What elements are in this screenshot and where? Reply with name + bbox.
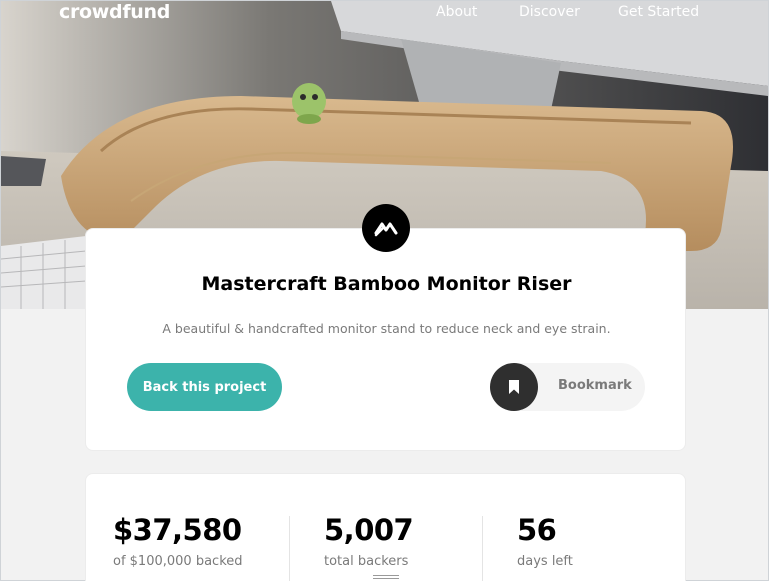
top-nav: crowdfund About Discover Get Started [1,1,768,31]
stat-backed-value: $37,580 [113,513,242,547]
stat-days-label: days left [517,554,573,569]
nav-link-get-started[interactable]: Get Started [618,4,699,20]
stat-days: 56 days left [517,512,573,569]
project-card: Mastercraft Bamboo Monitor Riser A beaut… [85,228,686,451]
stat-backed-label: of $100,000 backed [113,554,243,569]
back-project-button[interactable]: Back this project [127,363,282,411]
project-description: A beautiful & handcrafted monitor stand … [162,321,611,336]
stat-backers: 5,007 total backers [324,512,414,569]
nav-link-discover[interactable]: Discover [519,4,580,20]
stat-days-value: 56 [517,513,557,547]
bookmark-icon [490,363,538,411]
stat-backers-value: 5,007 [324,513,414,547]
mastercraft-logo-icon [362,204,410,252]
site-logo[interactable]: crowdfund [59,1,170,23]
scroll-handle-icon[interactable] [373,575,399,581]
stat-divider [289,516,290,581]
bookmark-label: Bookmark [558,378,632,393]
stat-backed: $37,580 of $100,000 backed [113,512,243,569]
stat-backers-label: total backers [324,554,409,569]
project-title: Mastercraft Bamboo Monitor Riser [201,273,572,295]
stats-card: $37,580 of $100,000 backed 5,007 total b… [85,473,686,581]
stat-divider [482,516,483,581]
bookmark-button[interactable]: Bookmark [490,363,645,411]
nav-link-about[interactable]: About [436,4,477,20]
